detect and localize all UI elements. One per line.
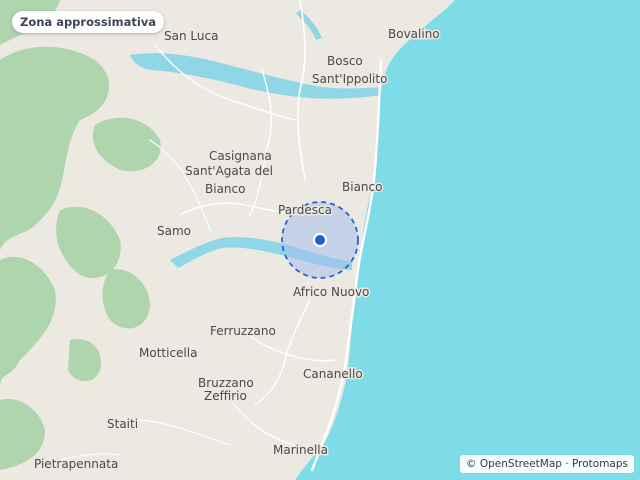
place-label-motticella: Motticella <box>139 346 197 360</box>
place-label-bosco: Bosco <box>327 54 363 68</box>
approximate-zone-badge: Zona approssimativa <box>12 11 165 33</box>
place-label-sant-agata-del: Sant'Agata del <box>185 164 273 178</box>
location-marker[interactable] <box>313 233 327 247</box>
osm-attribution-link[interactable]: © OpenStreetMap <box>466 458 562 470</box>
place-label-ferruzzano: Ferruzzano <box>210 324 276 338</box>
place-label-bianco: Bianco <box>342 180 382 194</box>
place-label-zeffirio: Zeffirio <box>204 389 247 403</box>
place-label-staiti: Staiti <box>107 417 138 431</box>
place-label-sant-agata-bianco: Bianco <box>205 182 245 196</box>
place-label-san-luca: San Luca <box>164 29 218 43</box>
place-label-samo: Samo <box>157 224 191 238</box>
place-label-pardesca: Pardesca <box>278 203 332 217</box>
place-label-bovalino: Bovalino <box>388 27 440 41</box>
place-label-marinella: Marinella <box>273 443 328 457</box>
place-label-casignana: Casignana <box>209 149 272 163</box>
place-label-africo-nuovo: Africo Nuovo <box>293 285 369 299</box>
place-label-pietrapennata: Pietrapennata <box>34 457 118 471</box>
attribution-separator: · <box>565 458 569 470</box>
place-label-cananello: Cananello <box>303 367 363 381</box>
place-label-sant-ippolito: Sant'Ippolito <box>312 72 387 86</box>
place-label-bruzzano: Bruzzano <box>198 376 254 390</box>
map-attribution: © OpenStreetMap · Protomaps <box>460 455 634 473</box>
protomaps-attribution-link[interactable]: Protomaps <box>572 458 628 470</box>
map-canvas[interactable]: San Luca Bovalino Bosco Sant'Ippolito Ca… <box>0 0 640 480</box>
